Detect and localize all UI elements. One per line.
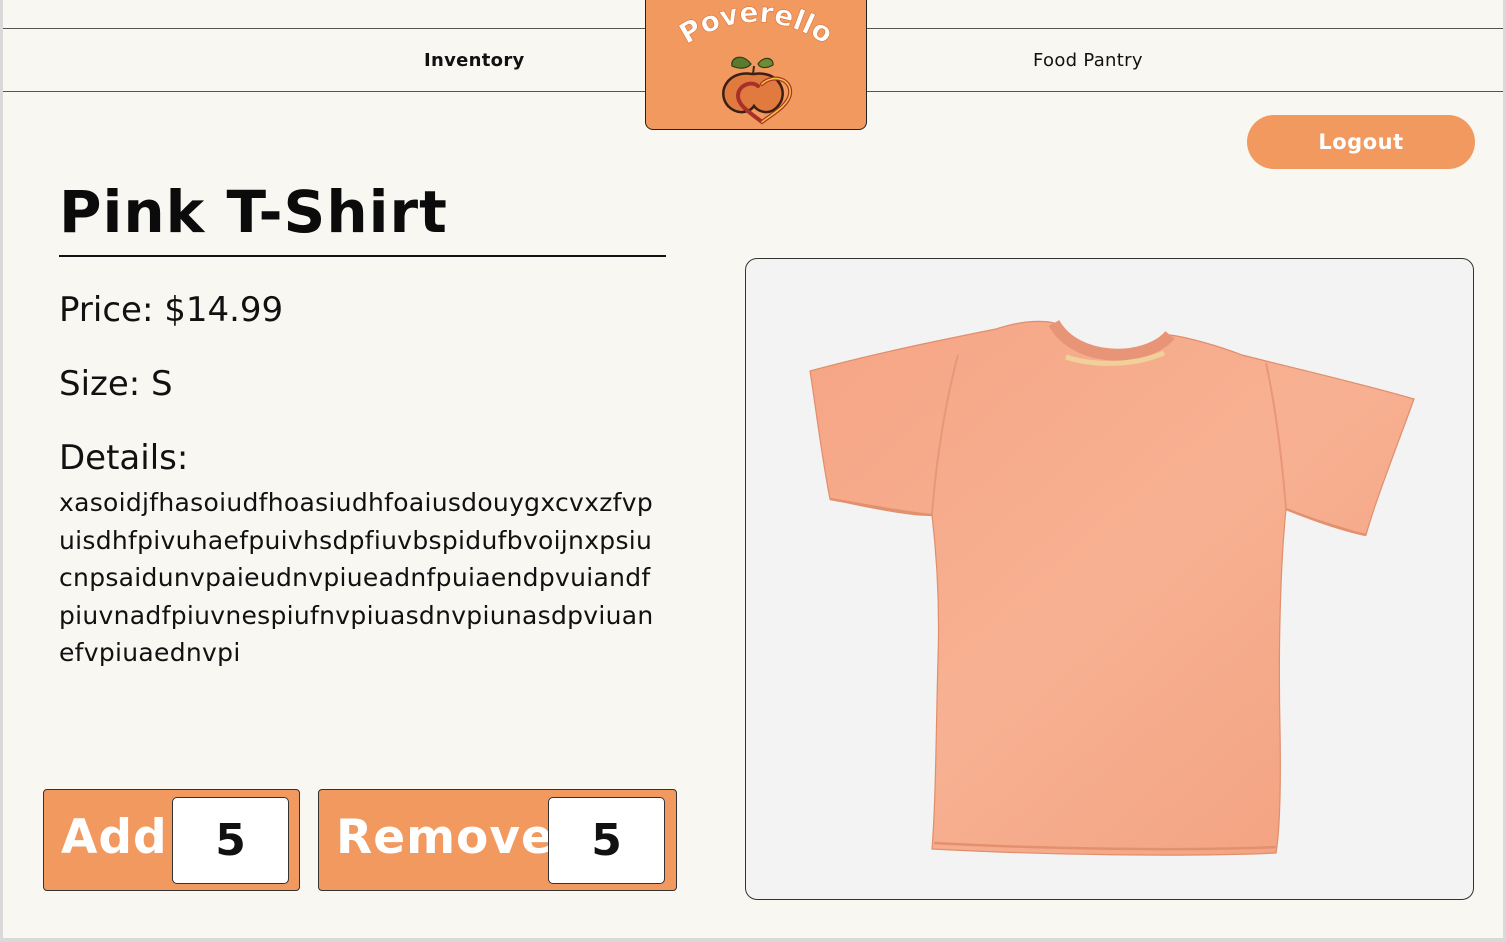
brand-logo[interactable]: Poverello xyxy=(645,0,867,130)
app-frame: Inventory Food Pantry Poverello Logout P… xyxy=(0,0,1506,942)
product-details-body: xasoidjfhasoiudfhoasiudhfoaiusdouygxcvxz… xyxy=(59,488,654,667)
remove-stock-control: Remove xyxy=(318,789,677,891)
remove-button[interactable]: Remove xyxy=(336,810,554,865)
brand-wordmark: Poverello xyxy=(674,0,839,51)
nav-link-inventory[interactable]: Inventory xyxy=(424,50,525,71)
peach-heart-icon: Poverello xyxy=(673,0,839,125)
product-details-heading: Details: xyxy=(59,438,189,478)
remove-quantity-input[interactable] xyxy=(548,797,665,884)
add-button[interactable]: Add xyxy=(61,810,168,865)
tshirt-body xyxy=(809,320,1415,856)
nav-link-food-pantry[interactable]: Food Pantry xyxy=(1033,50,1143,71)
product-price: Price: $14.99 xyxy=(59,290,284,330)
add-stock-control: Add xyxy=(43,789,300,891)
product-size: Size: S xyxy=(59,364,173,404)
logout-button[interactable]: Logout xyxy=(1247,115,1475,169)
product-title: Pink T-Shirt xyxy=(59,178,448,246)
title-divider xyxy=(59,255,666,257)
add-quantity-input[interactable] xyxy=(172,797,289,884)
product-image-panel xyxy=(745,258,1474,900)
tshirt-photo xyxy=(809,319,1415,856)
